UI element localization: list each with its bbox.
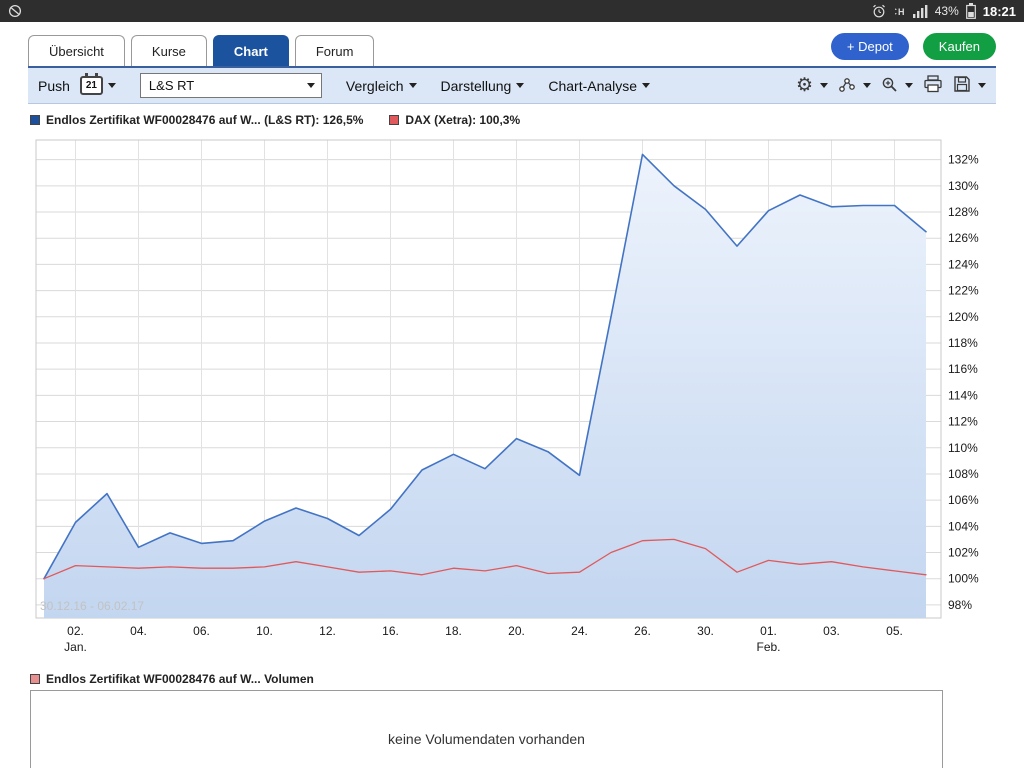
alarm-icon bbox=[872, 4, 886, 18]
svg-text:100%: 100% bbox=[948, 572, 979, 586]
svg-text:112%: 112% bbox=[948, 415, 978, 429]
settings-dropdown-button[interactable]: ⚙ bbox=[796, 76, 828, 95]
volume-empty-message: keine Volumendaten vorhanden bbox=[388, 731, 585, 747]
svg-text:132%: 132% bbox=[948, 153, 979, 167]
status-bar: H 43% 18:21 bbox=[0, 0, 1024, 22]
chevron-down-icon bbox=[820, 83, 828, 88]
calendar-icon: 21 bbox=[80, 76, 103, 95]
compare-dropdown-label: Vergleich bbox=[346, 78, 404, 94]
svg-text:118%: 118% bbox=[948, 336, 978, 350]
svg-text:18.: 18. bbox=[445, 624, 462, 638]
svg-text:30.12.16 - 06.02.17: 30.12.16 - 06.02.17 bbox=[40, 599, 144, 613]
svg-text:122%: 122% bbox=[948, 284, 979, 298]
svg-text:Jan.: Jan. bbox=[64, 640, 87, 654]
svg-text:124%: 124% bbox=[948, 257, 979, 271]
battery-percent-label: 43% bbox=[935, 4, 959, 18]
svg-text:01.: 01. bbox=[760, 624, 777, 638]
legend-label: DAX (Xetra): 100,3% bbox=[405, 113, 520, 127]
battery-icon bbox=[966, 3, 976, 19]
display-dropdown-label: Darstellung bbox=[441, 78, 512, 94]
svg-text:104%: 104% bbox=[948, 519, 979, 533]
svg-text:24.: 24. bbox=[571, 624, 588, 638]
add-depot-button[interactable]: + Depot bbox=[831, 33, 909, 60]
svg-text:108%: 108% bbox=[948, 467, 979, 481]
push-toggle-label[interactable]: Push bbox=[38, 78, 70, 94]
svg-text:Feb.: Feb. bbox=[756, 640, 780, 654]
series-swatch bbox=[30, 115, 40, 125]
tab-bar: Übersicht Kurse Chart Forum + Depot Kauf… bbox=[0, 22, 1024, 66]
zoom-in-icon bbox=[881, 76, 898, 96]
svg-text:02.: 02. bbox=[67, 624, 84, 638]
printer-icon bbox=[923, 75, 943, 96]
svg-text:04.: 04. bbox=[130, 624, 147, 638]
chevron-down-icon bbox=[642, 83, 650, 88]
svg-text:03.: 03. bbox=[823, 624, 840, 638]
gear-icon: ⚙ bbox=[796, 76, 813, 95]
price-chart[interactable]: 132% 130% 128% 126% 124% 122% 120% 118% 116% 114%… bbox=[0, 130, 1024, 670]
svg-text:128%: 128% bbox=[948, 205, 979, 219]
chevron-down-icon bbox=[863, 83, 871, 88]
legend-item-dax: DAX (Xetra): 100,3% bbox=[389, 113, 520, 127]
svg-text:06.: 06. bbox=[193, 624, 210, 638]
chevron-down-icon bbox=[108, 83, 116, 88]
legend-label: Endlos Zertifikat WF00028476 auf W... (L… bbox=[46, 113, 363, 127]
svg-text:26.: 26. bbox=[634, 624, 651, 638]
svg-text:126%: 126% bbox=[948, 231, 979, 245]
tab-chart[interactable]: Chart bbox=[213, 35, 289, 66]
chevron-down-icon bbox=[905, 83, 913, 88]
tab-kurse[interactable]: Kurse bbox=[131, 35, 207, 66]
volume-legend-label: Endlos Zertifikat WF00028476 auf W... Vo… bbox=[46, 672, 314, 686]
svg-text:120%: 120% bbox=[948, 310, 979, 324]
period-calendar-button[interactable]: 21 bbox=[80, 76, 116, 95]
svg-text:30.: 30. bbox=[697, 624, 714, 638]
save-icon bbox=[953, 75, 971, 96]
svg-text:12.: 12. bbox=[319, 624, 336, 638]
volume-panel: keine Volumendaten vorhanden bbox=[30, 690, 943, 768]
svg-text:H: H bbox=[898, 7, 905, 17]
compare-dropdown[interactable]: Vergleich bbox=[346, 78, 417, 94]
svg-text:98%: 98% bbox=[948, 598, 972, 612]
exchange-select[interactable]: L&S RT bbox=[140, 73, 322, 98]
series-swatch bbox=[389, 115, 399, 125]
chevron-down-icon bbox=[516, 83, 524, 88]
volume-swatch bbox=[30, 674, 40, 684]
legend-item-certificate: Endlos Zertifikat WF00028476 auf W... (L… bbox=[30, 113, 363, 127]
indicators-dropdown-button[interactable] bbox=[838, 76, 871, 96]
svg-text:16.: 16. bbox=[382, 624, 399, 638]
chart-analysis-dropdown-label: Chart-Analyse bbox=[548, 78, 637, 94]
clock-label: 18:21 bbox=[983, 4, 1016, 19]
svg-text:110%: 110% bbox=[948, 441, 978, 455]
zoom-dropdown-button[interactable] bbox=[881, 76, 913, 96]
signal-bars-icon bbox=[913, 5, 928, 18]
indicators-icon bbox=[838, 76, 856, 96]
exchange-select-value: L&S RT bbox=[149, 78, 194, 93]
svg-text:20.: 20. bbox=[508, 624, 525, 638]
display-dropdown[interactable]: Darstellung bbox=[441, 78, 525, 94]
chevron-down-icon bbox=[978, 83, 986, 88]
chart-toolbar: Push 21 L&S RT Vergleich Darstellung Cha… bbox=[28, 66, 996, 104]
do-not-disturb-icon bbox=[8, 4, 22, 18]
mobile-data-h-icon: H bbox=[893, 5, 906, 18]
chart-analysis-dropdown[interactable]: Chart-Analyse bbox=[548, 78, 650, 94]
svg-text:05.: 05. bbox=[886, 624, 903, 638]
tab-forum[interactable]: Forum bbox=[295, 35, 375, 66]
print-button[interactable] bbox=[923, 75, 943, 96]
chevron-down-icon bbox=[307, 83, 315, 88]
tab-uebersicht[interactable]: Übersicht bbox=[28, 35, 125, 66]
svg-text:102%: 102% bbox=[948, 546, 979, 560]
svg-text:10.: 10. bbox=[256, 624, 273, 638]
svg-text:130%: 130% bbox=[948, 179, 979, 193]
svg-text:106%: 106% bbox=[948, 493, 979, 507]
buy-button[interactable]: Kaufen bbox=[923, 33, 996, 60]
volume-legend: Endlos Zertifikat WF00028476 auf W... Vo… bbox=[30, 672, 994, 686]
svg-text:116%: 116% bbox=[948, 362, 978, 376]
price-chart-legend: Endlos Zertifikat WF00028476 auf W... (L… bbox=[30, 112, 994, 128]
save-dropdown-button[interactable] bbox=[953, 75, 986, 96]
chevron-down-icon bbox=[409, 83, 417, 88]
svg-text:114%: 114% bbox=[948, 388, 978, 402]
